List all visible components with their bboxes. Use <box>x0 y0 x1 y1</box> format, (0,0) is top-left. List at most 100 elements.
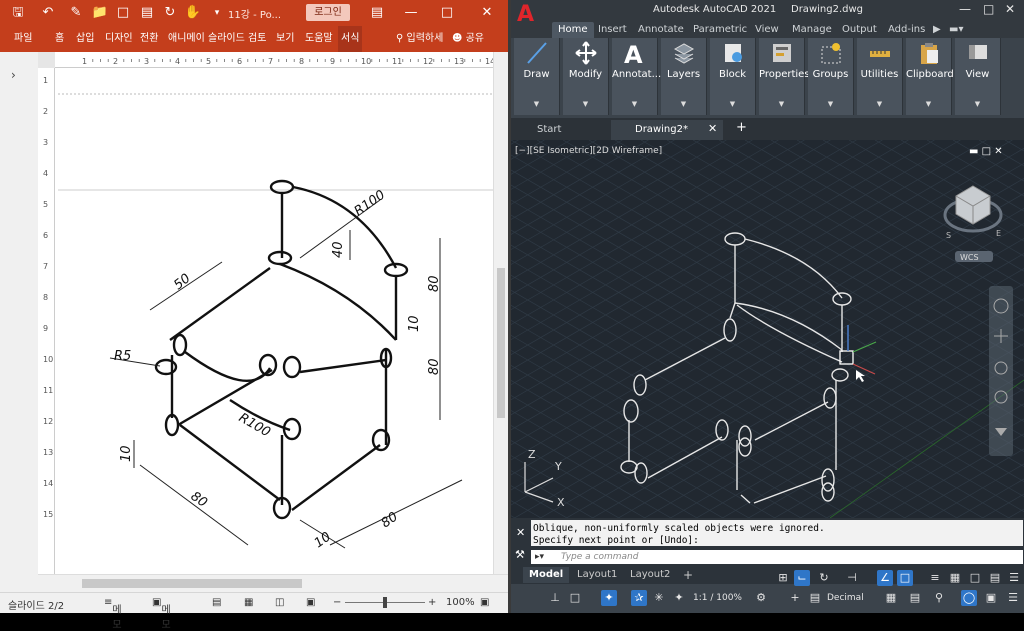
annotation-scale-icon[interactable]: ✳ <box>651 590 667 606</box>
zoom-slider-thumb[interactable] <box>383 597 387 608</box>
format-painter-icon[interactable]: ✎ <box>66 4 86 22</box>
tell-me-search[interactable]: ⚲ 입력하세 <box>396 26 443 52</box>
units-value[interactable]: Decimal <box>827 593 864 603</box>
chevron-down-icon[interactable]: ▼ <box>563 100 608 108</box>
print-preview-icon[interactable]: ▤ <box>137 4 157 22</box>
vertical-scrollbar[interactable] <box>493 52 508 574</box>
tab-layout1[interactable]: Layout1 <box>571 567 623 583</box>
ribbon-overflow-icon[interactable]: ▶ <box>933 22 941 38</box>
tab-design[interactable]: 디자인 <box>102 26 136 52</box>
tab-parametric[interactable]: Parametric <box>693 22 747 38</box>
viewport-window-controls[interactable]: ▬ □ ✕ <box>969 146 1003 157</box>
panel-properties[interactable]: Properties ▼ <box>759 38 810 115</box>
panel-block[interactable]: Block ▼ <box>710 38 756 115</box>
open-folder-icon[interactable]: 📁 <box>90 4 110 22</box>
close-icon[interactable]: ✕ <box>476 3 498 23</box>
tab-layout2[interactable]: Layout2 <box>624 567 676 583</box>
close-cmdline-icon[interactable]: ✕ <box>516 526 525 539</box>
tab-manage[interactable]: Manage <box>792 22 832 38</box>
refresh-icon[interactable]: ↻ <box>160 4 180 22</box>
transparency-icon[interactable]: ▦ <box>947 570 963 586</box>
tab-insert[interactable]: 삽입 <box>73 26 97 52</box>
minimize-icon[interactable]: — <box>959 2 971 16</box>
model-viewport[interactable]: Z Y X S E WCS <box>511 140 1024 518</box>
tab-insert[interactable]: Insert <box>598 22 627 38</box>
scroll-thumb[interactable] <box>82 579 302 588</box>
status-menu-icon[interactable]: ☰ <box>1006 570 1022 586</box>
thumbnail-pane-collapsed[interactable]: › <box>0 52 38 592</box>
horizontal-scrollbar[interactable] <box>38 574 508 592</box>
command-prompt-icon[interactable]: ▸▾ <box>535 550 544 564</box>
maximize-icon[interactable]: □ <box>436 3 458 23</box>
tab-transitions[interactable]: 전환 <box>137 26 161 52</box>
gizmo-icon[interactable]: ✦ <box>601 590 617 606</box>
isolate-objects-icon[interactable]: ◯ <box>961 590 977 606</box>
minimize-icon[interactable]: — <box>400 3 422 23</box>
tab-file[interactable]: 파일 <box>11 26 35 52</box>
chevron-down-icon[interactable]: ▼ <box>808 100 853 108</box>
doc-tab-drawing2[interactable]: Drawing2* <box>611 120 723 140</box>
customization-icon[interactable]: ☰ <box>1005 590 1021 606</box>
panel-draw[interactable]: Draw ▼ <box>514 38 560 115</box>
isometric-drawing-image[interactable]: R100 50 40 80 R5 10 80 R100 10 80 10 80 <box>55 68 493 574</box>
chevron-down-icon[interactable]: ▼ <box>612 100 657 108</box>
lineweight-icon[interactable]: ≡ <box>927 570 943 586</box>
slide-canvas[interactable]: R100 50 40 80 R5 10 80 R100 10 80 10 80 <box>55 68 493 574</box>
annotation-monitor-icon[interactable]: + <box>787 590 803 606</box>
ribbon-display-icon[interactable]: ▤ <box>366 3 388 23</box>
object-snap-tracking-icon[interactable]: ∠ <box>877 570 893 586</box>
save-icon[interactable]: 🖫 <box>8 4 28 22</box>
command-input[interactable]: ▸▾ Type a command <box>531 550 1023 564</box>
tab-review[interactable]: 검토 <box>245 26 269 52</box>
panel-clipboard[interactable]: Clipboard ▼ <box>906 38 954 115</box>
new-tab-icon[interactable]: + <box>736 120 747 135</box>
chevron-down-icon[interactable]: ▼ <box>906 100 951 108</box>
tab-view[interactable]: 보기 <box>273 26 297 52</box>
osnap-icon[interactable]: □ <box>897 570 913 586</box>
chevron-down-icon[interactable]: ▼ <box>857 100 902 108</box>
workspace-gear-icon[interactable]: ⚙ <box>753 590 769 606</box>
isodraft-icon[interactable]: ⊣ <box>844 570 860 586</box>
tab-view[interactable]: View <box>755 22 779 38</box>
tab-format[interactable]: 서식 <box>338 26 363 52</box>
close-icon[interactable]: ✕ <box>1005 2 1015 16</box>
ribbon-options-icon[interactable]: ▬▾ <box>949 22 963 38</box>
tab-help[interactable]: 도움말 <box>302 26 336 52</box>
chevron-down-icon[interactable]: ▼ <box>759 100 804 108</box>
notes-button[interactable]: ≡ 메모 <box>104 597 122 631</box>
viewport-controls-label[interactable]: [−][SE Isometric][2D Wireframe] <box>515 146 662 156</box>
panel-annotation[interactable]: A Annotat... ▼ <box>612 38 661 115</box>
reading-view-icon[interactable]: ◫ <box>275 597 284 608</box>
tab-output[interactable]: Output <box>842 22 877 38</box>
clean-screen-icon[interactable]: ▣ <box>983 590 999 606</box>
slideshow-icon[interactable]: ▣ <box>306 597 315 608</box>
doc-tab-start[interactable]: Start <box>513 120 609 140</box>
comments-button[interactable]: ▣ 메모 <box>152 597 171 631</box>
isolate-icon[interactable]: ▤ <box>807 590 823 606</box>
new-file-icon[interactable]: □ <box>113 4 133 22</box>
hardware-accel-icon[interactable]: ⚲ <box>931 590 947 606</box>
panel-utilities[interactable]: Utilities ▼ <box>857 38 903 115</box>
scroll-thumb[interactable] <box>497 268 505 418</box>
chevron-down-icon[interactable]: ▼ <box>514 100 559 108</box>
annotation-scale-value[interactable]: 1:1 / 100% <box>693 593 742 603</box>
tab-home[interactable]: Home <box>552 22 594 38</box>
annotation-visibility-icon[interactable]: ✰ <box>631 590 647 606</box>
lock-ui-icon[interactable]: ▤ <box>907 590 923 606</box>
annotation-auto-icon[interactable]: ✦ <box>671 590 687 606</box>
chevron-down-icon[interactable]: ▼ <box>955 100 1000 108</box>
slide-sorter-icon[interactable]: ▦ <box>244 597 253 608</box>
panel-view[interactable]: View ▼ <box>955 38 1001 115</box>
zoom-out-icon[interactable]: − <box>333 597 341 608</box>
tab-animations[interactable]: 애니메이 <box>165 26 208 52</box>
tab-home[interactable]: 홈 <box>52 26 67 52</box>
customize-cmdline-icon[interactable]: ⚒ <box>515 548 525 561</box>
3d-osnap-icon[interactable]: ▤ <box>987 570 1003 586</box>
normal-view-icon[interactable]: ▤ <box>212 597 221 608</box>
chevron-right-icon[interactable]: › <box>11 68 16 82</box>
selection-cycling-icon[interactable]: □ <box>967 570 983 586</box>
tab-addins[interactable]: Add-ins <box>888 22 925 38</box>
tab-slideshow[interactable]: 슬라이드 <box>205 26 248 52</box>
close-tab-icon[interactable]: ✕ <box>708 122 717 135</box>
add-layout-icon[interactable]: + <box>677 567 699 583</box>
